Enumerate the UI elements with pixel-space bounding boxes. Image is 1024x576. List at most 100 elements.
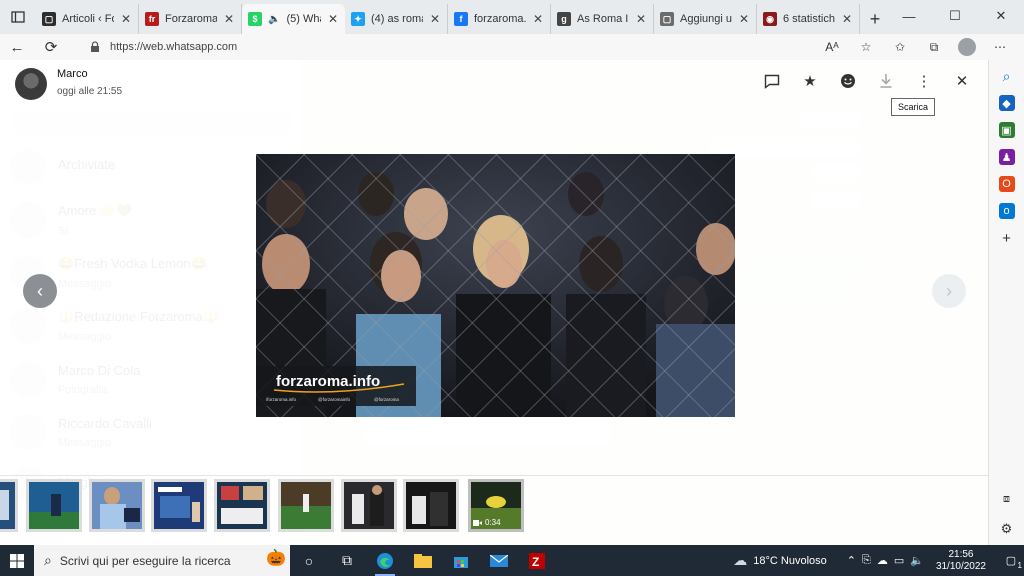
reply-icon[interactable] xyxy=(762,70,782,92)
next-media-button[interactable]: › xyxy=(932,274,966,308)
volume-icon[interactable]: 🔈 xyxy=(910,554,924,567)
more-options-icon[interactable]: ⋮ xyxy=(914,70,934,92)
minimize-button[interactable]: — xyxy=(886,0,932,32)
tab-title: As Roma Imm xyxy=(577,13,629,25)
media-thumbnail-active[interactable]: 0:34 xyxy=(468,479,524,532)
browser-tab[interactable]: fr Forzaroma.inf ✕ xyxy=(139,4,242,34)
browser-tab[interactable]: ◉ 6 statistiche ✕ xyxy=(757,4,860,34)
close-tab-icon[interactable]: ✕ xyxy=(223,12,235,26)
browser-tab[interactable]: ▢ Aggiungi un ✕ xyxy=(654,4,757,34)
crowd-photo: forzaroma.info /forzaroma.info @forzarom… xyxy=(256,154,735,417)
games-icon[interactable]: ♟ xyxy=(998,149,1015,165)
tab-favicon-icon: ◉ xyxy=(763,12,777,26)
settings-gear-icon[interactable]: ⚙ xyxy=(999,521,1015,537)
shopping-tag-icon[interactable]: ◆ xyxy=(998,95,1015,111)
weather-text[interactable]: 18°C Nuvoloso xyxy=(753,555,827,567)
close-tab-icon[interactable]: ✕ xyxy=(327,12,339,26)
windows-logo-icon xyxy=(10,553,24,568)
browser-tab[interactable]: g As Roma Imm ✕ xyxy=(551,4,654,34)
url-text: https://web.whatsapp.com xyxy=(110,41,238,53)
media-thumbnail[interactable] xyxy=(0,479,18,532)
tab-favicon-icon: fr xyxy=(145,12,159,26)
tab-favicon-icon: ▢ xyxy=(42,12,56,26)
previous-media-button[interactable]: ‹ xyxy=(23,274,57,308)
start-button[interactable] xyxy=(0,545,34,576)
system-tray: ☁ 18°C Nuvoloso ⌃ ⎘ ☁ ▭ 🔈 21:56 31/10/20… xyxy=(733,545,1024,576)
more-menu-icon[interactable]: ⋯ xyxy=(990,40,1010,54)
close-viewer-icon[interactable]: ✕ xyxy=(952,70,972,92)
star-icon[interactable]: ★ xyxy=(800,70,820,92)
sender-time: oggi alle 21:55 xyxy=(57,86,123,97)
close-tab-icon[interactable]: ✕ xyxy=(738,12,750,26)
outlook-icon[interactable]: o xyxy=(998,203,1015,219)
media-thumbnail[interactable] xyxy=(278,479,334,532)
edge-taskbar-icon[interactable] xyxy=(366,545,404,576)
close-tab-icon[interactable]: ✕ xyxy=(635,12,647,26)
notification-count: 1 xyxy=(1017,561,1022,570)
onedrive-icon[interactable]: ☁ xyxy=(877,554,888,567)
tab-favicon-icon: ▢ xyxy=(660,12,674,26)
tab-title: (5) Wha xyxy=(286,13,321,25)
search-icon[interactable]: ⌕ xyxy=(999,68,1015,84)
media-thumbnail-strip: 0:34 xyxy=(0,475,988,545)
browser-tab[interactable]: ✦ (4) as roma - ✕ xyxy=(345,4,448,34)
media-thumbnail[interactable] xyxy=(341,479,397,532)
cortana-icon[interactable]: ○ xyxy=(290,545,328,576)
tray-expand-icon[interactable]: ⌃ xyxy=(847,554,856,567)
tab-favicon-icon: g xyxy=(557,12,571,26)
browser-tab[interactable]: ▢ Articoli ‹ Forz ✕ xyxy=(36,4,139,34)
close-window-button[interactable]: ✕ xyxy=(978,0,1024,32)
notification-center-icon[interactable]: ▢ 1 xyxy=(998,554,1024,570)
taskbar-clock[interactable]: 21:56 31/10/2022 xyxy=(930,549,992,573)
url-field[interactable]: https://web.whatsapp.com xyxy=(80,35,880,59)
media-thumbnail[interactable] xyxy=(26,479,82,532)
lock-icon xyxy=(91,41,99,52)
tools-icon[interactable]: ▣ xyxy=(998,122,1015,138)
media-thumbnail[interactable] xyxy=(403,479,459,532)
read-aloud-icon[interactable]: Aᴬ xyxy=(822,40,842,54)
browser-tab[interactable]: f forzaroma.inf ✕ xyxy=(448,4,551,34)
task-view-icon[interactable]: ⧉ xyxy=(328,545,366,576)
download-icon[interactable] xyxy=(876,70,896,92)
browser-tab-strip: ▢ Articoli ‹ Forz ✕ fr Forzaroma.inf ✕ $ 🔈 (5) W… xyxy=(0,0,1024,34)
add-favorite-icon[interactable]: ☆ xyxy=(856,40,876,54)
file-explorer-icon[interactable] xyxy=(404,545,442,576)
sender-avatar[interactable] xyxy=(15,68,47,100)
profile-avatar[interactable] xyxy=(958,38,976,56)
add-sidebar-app-icon[interactable]: + xyxy=(999,230,1015,247)
mail-icon[interactable] xyxy=(480,545,518,576)
tab-title: Forzaroma.inf xyxy=(165,13,217,25)
close-tab-icon[interactable]: ✕ xyxy=(532,12,544,26)
weather-cloud-icon[interactable]: ☁ xyxy=(733,552,747,569)
meet-now-icon[interactable]: ⎘ xyxy=(862,554,871,567)
media-thumbnail[interactable] xyxy=(214,479,270,532)
emoji-react-icon[interactable] xyxy=(838,70,858,92)
close-tab-icon[interactable]: ✕ xyxy=(429,12,441,26)
taskbar-search-box[interactable]: ⌕ Scrivi qui per eseguire la ricerca 🎃 xyxy=(34,545,290,576)
tab-title: (4) as roma - xyxy=(371,13,423,25)
watermark-social-1: /forzaroma.info xyxy=(266,397,297,402)
collections-icon[interactable]: ⧉ xyxy=(924,40,944,55)
media-image: forzaroma.info /forzaroma.info @forzarom… xyxy=(256,154,735,417)
tab-actions-button[interactable] xyxy=(0,0,36,34)
network-icon[interactable]: ▭ xyxy=(894,554,904,567)
media-thumbnail[interactable] xyxy=(89,479,145,532)
tab-title: forzaroma.inf xyxy=(474,13,526,25)
media-thumbnail[interactable] xyxy=(151,479,207,532)
close-tab-icon[interactable]: ✕ xyxy=(120,12,132,26)
favorites-icon[interactable]: ✩ xyxy=(890,40,910,54)
filezilla-icon[interactable]: Z xyxy=(518,545,556,576)
browser-tab[interactable]: $ 🔈 (5) Wha ✕ xyxy=(242,4,345,34)
close-tab-icon[interactable]: ✕ xyxy=(841,12,853,26)
refresh-button[interactable]: ⟳ xyxy=(34,34,68,60)
back-button[interactable]: ← xyxy=(0,34,34,60)
maximize-button[interactable]: ☐ xyxy=(932,0,978,32)
hide-sidebar-icon[interactable]: ⧈ xyxy=(999,491,1015,507)
watermark-social-3: @forzaroma xyxy=(374,397,399,402)
video-duration: 0:34 xyxy=(473,518,501,527)
tab-audio-icon[interactable]: 🔈 xyxy=(268,14,280,25)
store-icon[interactable] xyxy=(442,545,480,576)
window-controls: — ☐ ✕ xyxy=(886,0,1024,32)
download-tooltip: Scarica xyxy=(891,98,936,116)
office-icon[interactable]: O xyxy=(998,176,1015,192)
